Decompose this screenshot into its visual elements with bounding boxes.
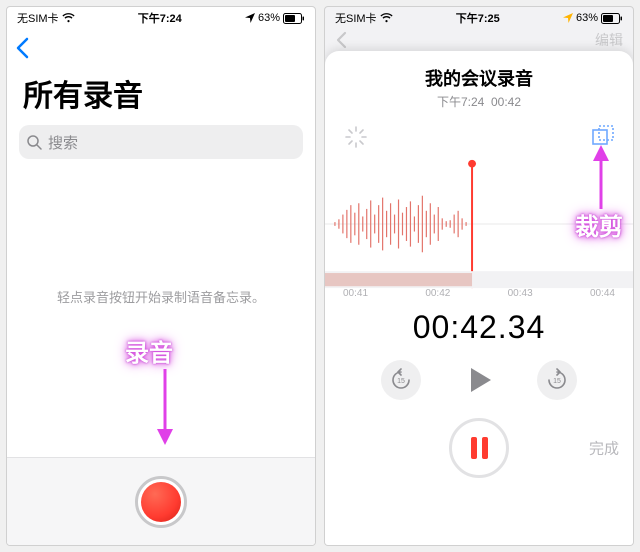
wifi-icon [62, 13, 75, 23]
phone-left: 无SIM卡 下午7:24 63% 所有录音 搜索 轻点录音按钮开始录制语音备忘录… [6, 6, 316, 546]
done-button[interactable]: 完成 [589, 438, 619, 459]
record-dot-icon [141, 482, 181, 522]
skip-forward-icon: 15 [545, 368, 569, 392]
search-placeholder: 搜索 [48, 132, 78, 153]
skip-back-button[interactable]: 15 [381, 360, 421, 400]
carrier-text: 无SIM卡 [335, 10, 377, 26]
skip-forward-button[interactable]: 15 [537, 360, 577, 400]
page-title: 所有录音 [7, 67, 315, 125]
battery-icon [283, 13, 305, 24]
waveform[interactable] [325, 150, 633, 290]
pause-button[interactable] [449, 418, 509, 478]
elapsed-time: 00:42.34 [325, 309, 633, 346]
skip-back-icon: 15 [389, 368, 413, 392]
nav-edit: 编辑 [595, 30, 623, 50]
battery-icon [601, 13, 623, 24]
nav-bar [7, 29, 315, 67]
wifi-icon [380, 13, 393, 23]
recording-title[interactable]: 我的会议录音 [325, 65, 633, 91]
search-icon [27, 135, 42, 150]
recording-subtitle: 下午7:24 00:42 [325, 93, 633, 110]
record-bar [7, 457, 315, 545]
search-input[interactable]: 搜索 [19, 125, 303, 159]
back-icon[interactable] [15, 37, 29, 59]
status-bar: 无SIM卡 下午7:24 63% [7, 7, 315, 29]
play-button[interactable] [461, 362, 497, 398]
battery-text: 63% [576, 12, 598, 24]
svg-text:15: 15 [553, 378, 561, 385]
carrier-text: 无SIM卡 [17, 10, 59, 26]
location-icon [245, 13, 255, 23]
svg-text:15: 15 [397, 378, 405, 385]
phone-right: 无SIM卡 下午7:25 63% 编辑 我的会议录音 下午7:24 00:42 [324, 6, 634, 546]
back-icon [335, 31, 347, 49]
status-bar: 无SIM卡 下午7:25 63% [325, 7, 633, 29]
edit-sheet: 我的会议录音 下午7:24 00:42 [325, 51, 633, 545]
status-time: 下午7:25 [456, 10, 500, 26]
dimmed-nav: 编辑 [325, 29, 633, 51]
battery-text: 63% [258, 12, 280, 24]
trim-icon[interactable] [589, 124, 615, 150]
record-button[interactable] [135, 476, 187, 528]
enhance-icon[interactable] [343, 124, 369, 150]
location-icon [563, 13, 573, 23]
pause-bar-icon [471, 437, 477, 459]
status-time: 下午7:24 [138, 10, 182, 26]
pause-bar-icon [482, 437, 488, 459]
